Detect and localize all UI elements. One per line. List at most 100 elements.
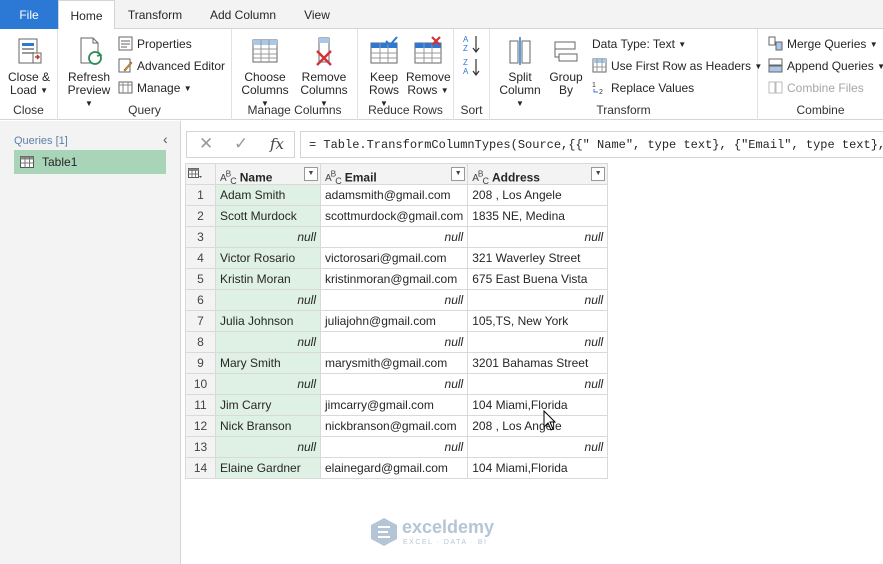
tab-file[interactable]: File — [0, 0, 58, 29]
cell-address[interactable]: null — [467, 373, 609, 395]
cell-address[interactable]: null — [467, 226, 609, 248]
table-row: 3 null null null — [185, 226, 609, 248]
cell-email[interactable]: kristinmoran@gmail.com — [319, 268, 469, 290]
cell-address[interactable]: 1835 NE, Medina — [467, 205, 609, 227]
cell-email[interactable]: juliajohn@gmail.com — [319, 310, 469, 332]
keep-rows-icon — [370, 36, 398, 64]
cell-name[interactable]: Jim Carry — [215, 394, 321, 416]
row-number[interactable]: 3 — [185, 226, 216, 248]
tab-add-column[interactable]: Add Column — [200, 0, 286, 29]
text-type-icon[interactable]: ABC — [472, 169, 489, 184]
replace-values-button[interactable]: 1 2 Replace Values — [592, 79, 694, 97]
manage-button[interactable]: Manage ▼ — [118, 79, 192, 97]
cell-address[interactable]: 321 Waverley Street — [467, 247, 609, 269]
keep-rows-button[interactable]: Keep Rows ▼ — [364, 35, 404, 110]
commit-formula-icon[interactable]: ✓ — [234, 134, 248, 154]
choose-columns-button[interactable]: Choose Columns ▼ — [238, 35, 292, 110]
properties-button[interactable]: Properties — [118, 35, 192, 53]
cell-email[interactable]: null — [319, 436, 469, 458]
cell-address[interactable]: 208 , Los Angele — [467, 415, 609, 437]
cell-email[interactable]: jimcarry@gmail.com — [319, 394, 469, 416]
sort-ascending-icon[interactable]: A Z — [463, 34, 481, 54]
row-number[interactable]: 10 — [185, 373, 216, 395]
cell-address[interactable]: 675 East Buena Vista — [467, 268, 609, 290]
cell-name[interactable]: Elaine Gardner — [215, 457, 321, 479]
row-number[interactable]: 8 — [185, 331, 216, 353]
cell-address[interactable]: 3201 Bahamas Street — [467, 352, 609, 374]
advanced-editor-button[interactable]: Advanced Editor — [118, 57, 225, 75]
column-header-email[interactable]: ABC Email ▼ — [319, 163, 469, 185]
column-header-address[interactable]: ABC Address ▼ — [467, 163, 609, 185]
cell-name[interactable]: Adam Smith — [215, 184, 321, 206]
sort-descending-icon[interactable]: Z A — [463, 57, 481, 77]
tab-transform[interactable]: Transform — [120, 0, 190, 29]
svg-text:Z: Z — [463, 44, 468, 53]
row-number[interactable]: 6 — [185, 289, 216, 311]
cell-name[interactable]: Nick Branson — [215, 415, 321, 437]
close-load-button[interactable]: Close & Load ▼ — [5, 35, 53, 97]
use-first-row-as-headers-button[interactable]: Use First Row as Headers ▼ — [592, 57, 762, 75]
row-number[interactable]: 2 — [185, 205, 216, 227]
cell-name[interactable]: null — [215, 373, 321, 395]
cell-address[interactable]: 104 Miami,Florida — [467, 457, 609, 479]
row-number[interactable]: 4 — [185, 247, 216, 269]
table-menu-button[interactable] — [185, 163, 216, 185]
row-number[interactable]: 11 — [185, 394, 216, 416]
filter-dropdown-icon[interactable]: ▼ — [304, 167, 318, 181]
row-number[interactable]: 14 — [185, 457, 216, 479]
cell-email[interactable]: null — [319, 226, 469, 248]
cell-address[interactable]: 105,TS, New York — [467, 310, 609, 332]
split-column-button[interactable]: Split Column ▼ — [496, 35, 544, 110]
cell-address[interactable]: 208 , Los Angele — [467, 184, 609, 206]
cell-email[interactable]: elainegard@gmail.com — [319, 457, 469, 479]
cell-name[interactable]: Julia Johnson — [215, 310, 321, 332]
cell-name[interactable]: Victor Rosario — [215, 247, 321, 269]
cell-address[interactable]: 104 Miami,Florida — [467, 394, 609, 416]
fx-icon[interactable]: fx — [270, 135, 284, 153]
cell-email[interactable]: null — [319, 331, 469, 353]
collapse-pane-chevron-icon[interactable]: ‹ — [163, 131, 168, 147]
append-queries-button[interactable]: Append Queries ▼ — [768, 57, 883, 75]
filter-dropdown-icon[interactable]: ▼ — [591, 167, 606, 181]
formula-input[interactable]: = Table.TransformColumnTypes(Source,{{" … — [300, 131, 883, 158]
remove-columns-button[interactable]: Remove Columns ▼ — [296, 35, 352, 110]
cell-email[interactable]: scottmurdock@gmail.com — [319, 205, 469, 227]
cancel-formula-icon[interactable]: ✕ — [199, 134, 213, 154]
cell-email[interactable]: victorosari@gmail.com — [319, 247, 469, 269]
cell-email[interactable]: nickbranson@gmail.com — [319, 415, 469, 437]
cell-name[interactable]: Kristin Moran — [215, 268, 321, 290]
refresh-preview-button[interactable]: Refresh Preview ▼ — [64, 35, 114, 110]
row-number[interactable]: 5 — [185, 268, 216, 290]
tab-view[interactable]: View — [294, 0, 340, 29]
cell-email[interactable]: marysmith@gmail.com — [319, 352, 469, 374]
cell-email[interactable]: adamsmith@gmail.com — [319, 184, 469, 206]
row-number[interactable]: 9 — [185, 352, 216, 374]
cell-address[interactable]: null — [467, 436, 609, 458]
cell-name[interactable]: null — [215, 226, 321, 248]
cell-name[interactable]: null — [215, 331, 321, 353]
group-by-button[interactable]: Group By — [546, 35, 586, 97]
cell-name[interactable]: null — [215, 289, 321, 311]
text-type-icon[interactable]: ABC — [220, 169, 237, 184]
query-item-table1[interactable]: Table1 — [14, 150, 166, 174]
filter-dropdown-icon[interactable]: ▼ — [451, 167, 466, 181]
cell-email[interactable]: null — [319, 373, 469, 395]
merge-queries-button[interactable]: Merge Queries ▼ — [768, 35, 878, 53]
cell-address[interactable]: null — [467, 289, 609, 311]
exceldemy-watermark: exceldemy EXCEL · DATA · BI — [370, 515, 520, 551]
row-number[interactable]: 1 — [185, 184, 216, 206]
tab-home[interactable]: Home — [58, 0, 115, 30]
cell-email[interactable]: null — [319, 289, 469, 311]
cell-address[interactable]: null — [467, 331, 609, 353]
text-type-icon[interactable]: ABC — [325, 169, 342, 184]
row-number[interactable]: 13 — [185, 436, 216, 458]
row-number[interactable]: 12 — [185, 415, 216, 437]
row-number[interactable]: 7 — [185, 310, 216, 332]
cell-name[interactable]: Scott Murdock — [215, 205, 321, 227]
combine-files-button[interactable]: Combine Files — [768, 79, 864, 97]
data-type-dropdown[interactable]: Data Type: Text ▼ — [592, 35, 686, 53]
column-header-name[interactable]: ABC Name ▼ — [215, 163, 321, 185]
remove-rows-button[interactable]: Remove Rows ▼ — [406, 35, 451, 97]
cell-name[interactable]: Mary Smith — [215, 352, 321, 374]
cell-name[interactable]: null — [215, 436, 321, 458]
